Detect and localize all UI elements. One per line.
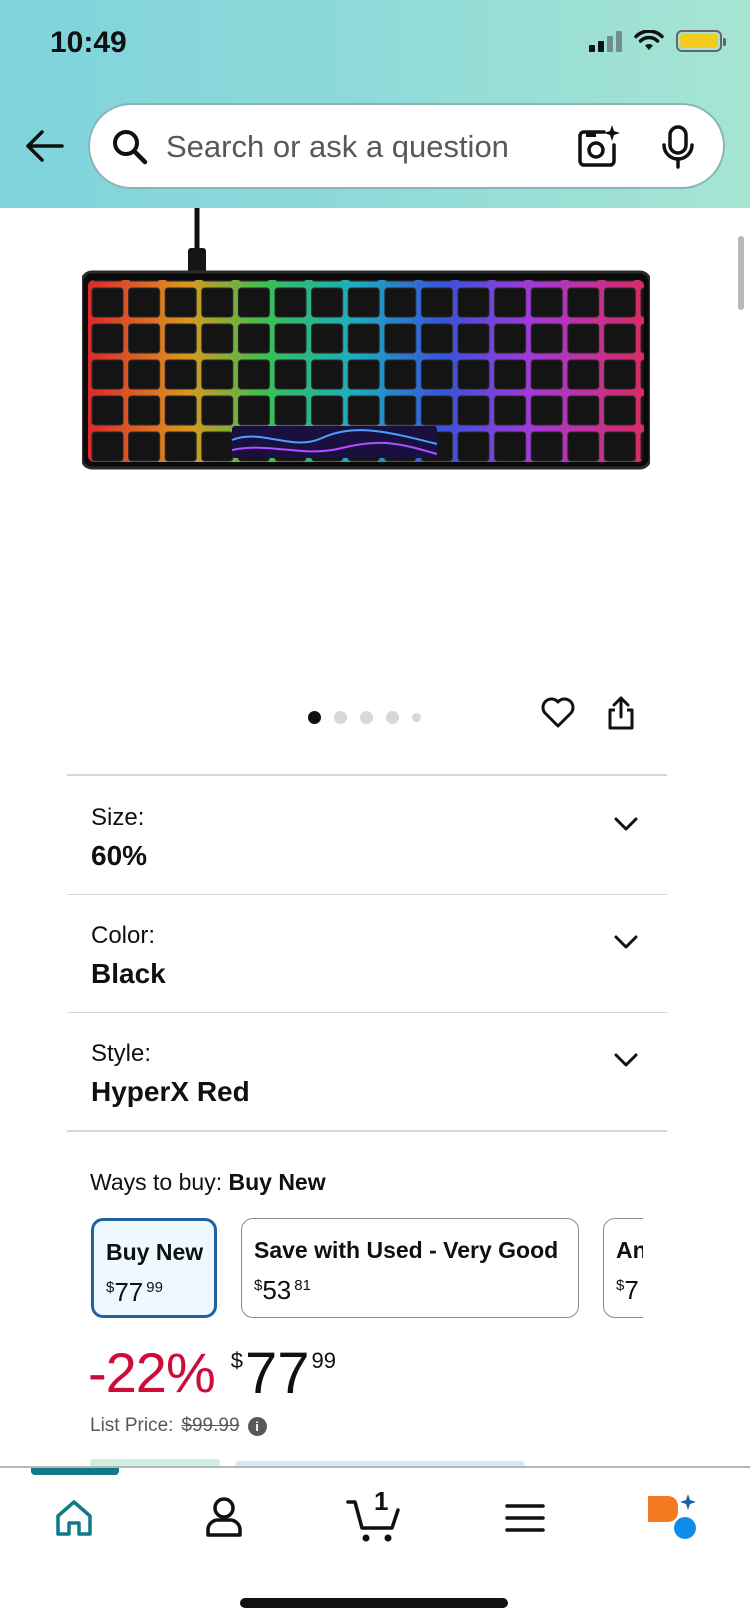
variation-label: Size: xyxy=(91,804,145,831)
rufus-assistant-icon[interactable] xyxy=(644,1492,700,1542)
status-icons xyxy=(589,30,726,52)
scrollbar[interactable] xyxy=(738,236,744,310)
variation-value: Black xyxy=(91,958,166,989)
variation-color[interactable]: Color: Black xyxy=(67,894,667,1010)
wifi-icon xyxy=(634,30,664,50)
list-price: List Price: $99.99 i xyxy=(90,1415,267,1437)
buy-option-title: An xyxy=(616,1237,643,1263)
price-amount: $77 99 xyxy=(230,1341,336,1406)
app-header: 10:49 Search or ask a question xyxy=(0,0,750,208)
cart-tab[interactable]: 1 xyxy=(346,1486,402,1544)
buy-option-used[interactable]: Save with Used - Very Good $53 81 xyxy=(241,1218,579,1318)
heart-icon[interactable] xyxy=(541,697,575,729)
buy-option-other[interactable]: An $7 xyxy=(603,1218,643,1318)
info-icon[interactable]: i xyxy=(247,1416,267,1436)
discount-percent: -22% xyxy=(88,1341,216,1404)
buy-option-price: $53 81 xyxy=(254,1275,311,1305)
ways-to-buy-selected: Buy New xyxy=(228,1169,326,1195)
variation-style[interactable]: Style: HyperX Red xyxy=(67,1012,667,1128)
bottom-tab-bar: 1 xyxy=(0,1466,750,1624)
account-icon[interactable] xyxy=(204,1496,244,1538)
divider xyxy=(67,1130,667,1132)
home-indicator xyxy=(240,1598,508,1608)
buy-option-title: Save with Used - Very Good xyxy=(254,1237,559,1263)
search-icon xyxy=(113,130,148,165)
product-image[interactable] xyxy=(82,208,650,488)
list-price-value: $99.99 xyxy=(181,1415,240,1436)
share-icon[interactable] xyxy=(606,695,636,731)
chevron-down-icon xyxy=(614,1053,638,1067)
list-price-label: List Price: xyxy=(90,1415,174,1436)
buy-option-title: Buy New xyxy=(106,1239,204,1265)
chevron-down-icon xyxy=(614,935,638,949)
buy-option-price: $7 xyxy=(616,1275,639,1305)
status-time: 10:49 xyxy=(50,26,127,59)
menu-icon[interactable] xyxy=(505,1502,545,1534)
search-placeholder[interactable]: Search or ask a question xyxy=(166,129,509,165)
ways-to-buy-label: Ways to buy: xyxy=(90,1169,223,1195)
back-arrow-icon[interactable] xyxy=(22,124,66,168)
ways-to-buy-heading: Ways to buy: Buy New xyxy=(90,1169,326,1196)
price-block: -22% $77 99 xyxy=(88,1340,336,1407)
cellular-signal-icon xyxy=(589,30,622,52)
variation-label: Style: xyxy=(91,1040,152,1067)
variation-label: Color: xyxy=(91,922,156,949)
image-pagination-dots xyxy=(308,711,421,724)
active-tab-indicator xyxy=(31,1468,119,1475)
home-icon[interactable] xyxy=(54,1498,94,1538)
microphone-icon[interactable] xyxy=(658,123,698,171)
buy-option-new[interactable]: Buy New $77 99 xyxy=(91,1218,217,1318)
chevron-down-icon xyxy=(614,817,638,831)
buy-option-price: $77 99 xyxy=(106,1277,163,1307)
variation-size[interactable]: Size: 60% xyxy=(67,776,667,892)
search-bar[interactable]: Search or ask a question xyxy=(88,103,725,189)
camera-lens-icon[interactable] xyxy=(574,123,622,171)
variation-value: HyperX Red xyxy=(91,1076,250,1107)
battery-icon xyxy=(676,30,726,52)
variation-value: 60% xyxy=(91,840,148,871)
cart-count: 1 xyxy=(374,1486,389,1516)
buy-options-carousel[interactable]: Buy New $77 99 Save with Used - Very Good… xyxy=(0,1210,643,1325)
